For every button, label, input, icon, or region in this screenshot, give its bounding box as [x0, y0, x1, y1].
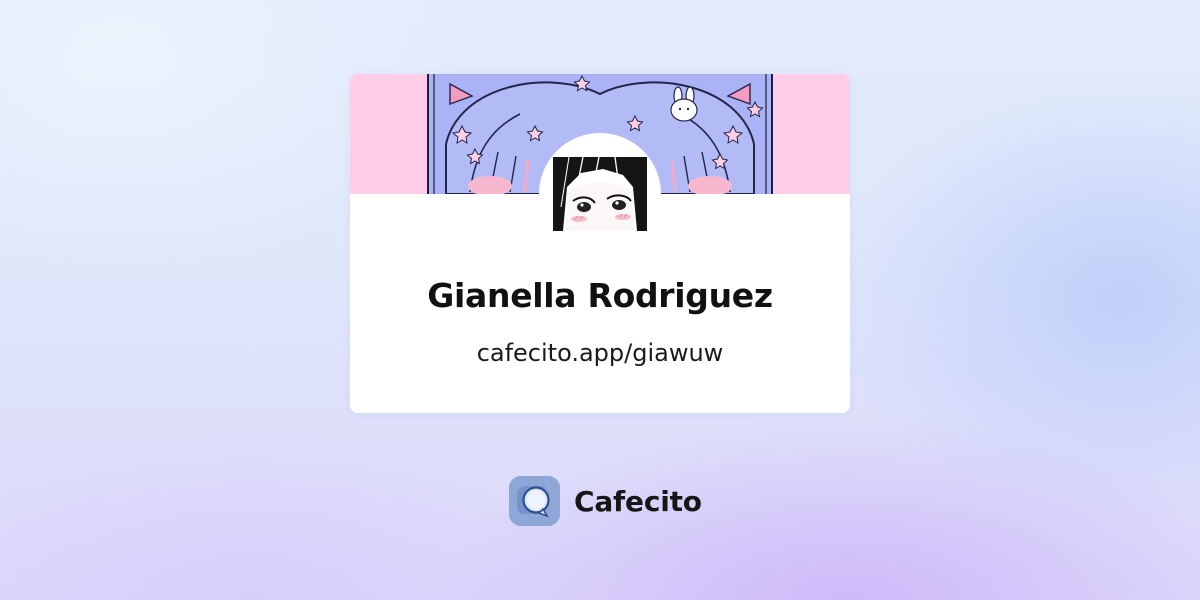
- profile-card: Gianella Rodriguez cafecito.app/giawuw: [350, 74, 850, 413]
- cafecito-cup-icon: [509, 476, 560, 526]
- profile-url[interactable]: cafecito.app/giawuw: [350, 339, 850, 367]
- brand-logo-group[interactable]: Cafecito: [509, 476, 702, 526]
- brand-name: Cafecito: [574, 484, 702, 518]
- profile-name: Gianella Rodriguez: [427, 276, 773, 315]
- avatar: [539, 133, 661, 255]
